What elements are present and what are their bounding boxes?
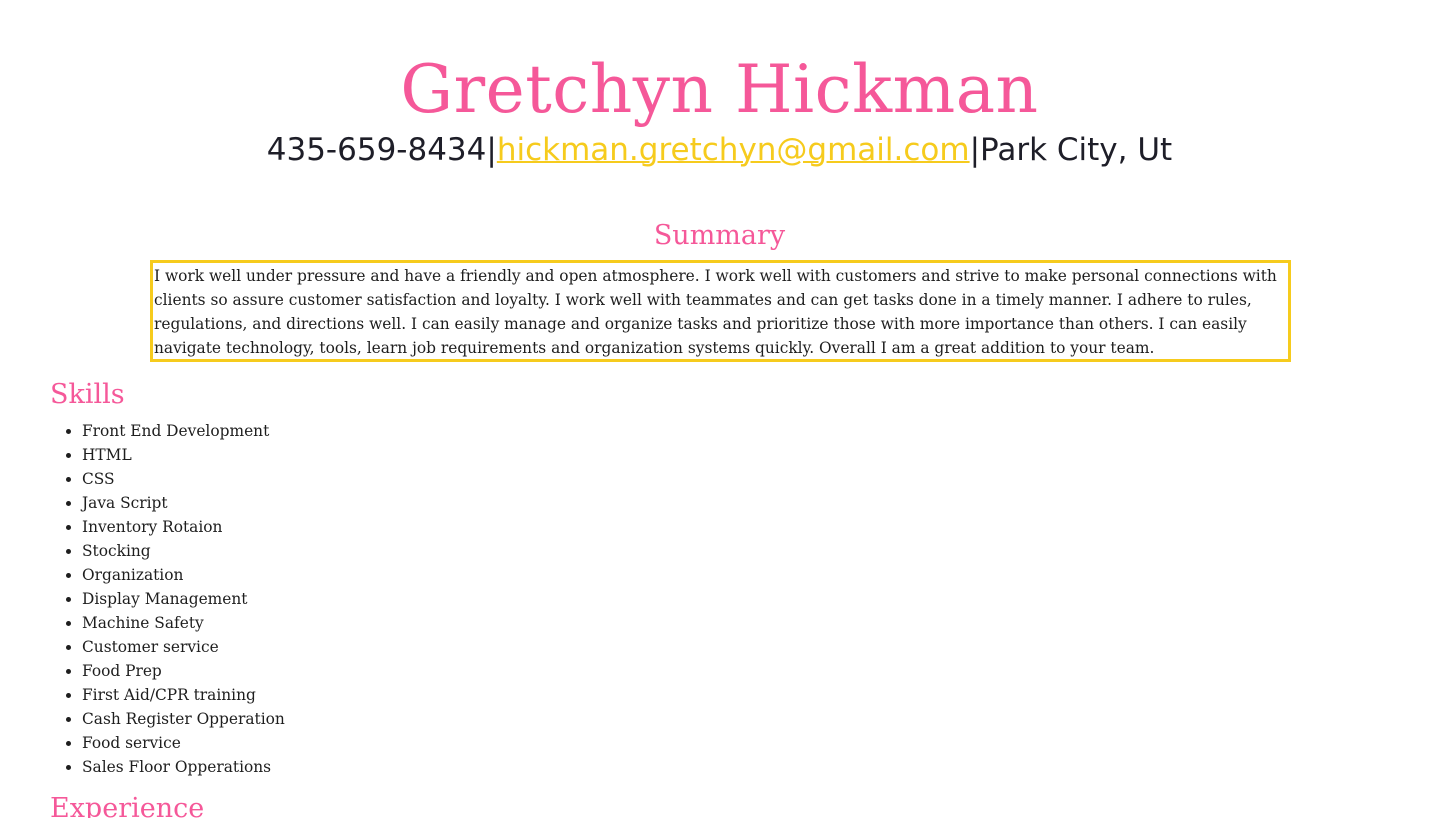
summary-text: I work well under pressure and have a fr… <box>154 267 1277 357</box>
list-item: HTML <box>82 443 285 467</box>
resume-name: Gretchyn Hickman <box>400 51 1039 128</box>
summary-box: I work well under pressure and have a fr… <box>150 260 1291 362</box>
phone-number: 435-659-8434 <box>266 132 487 168</box>
list-item: Stocking <box>82 539 285 563</box>
list-item: Inventory Rotaion <box>82 515 285 539</box>
list-item: Cash Register Opperation <box>82 707 285 731</box>
list-item: Java Script <box>82 491 285 515</box>
contact-separator: | <box>969 132 981 168</box>
list-item: Machine Safety <box>82 611 285 635</box>
contact-line: 435-659-8434|hickman.gretchyn@gmail.com|… <box>0 128 1439 172</box>
skills-list: Front End Development HTML CSS Java Scri… <box>42 419 285 779</box>
experience-heading: Experience <box>50 793 205 818</box>
list-item: First Aid/CPR training <box>82 683 285 707</box>
list-item: Organization <box>82 563 285 587</box>
skills-heading: Skills <box>50 379 125 410</box>
list-item: CSS <box>82 467 285 491</box>
list-item: Customer service <box>82 635 285 659</box>
contact-separator: | <box>486 132 497 168</box>
list-item: Front End Development <box>82 419 285 443</box>
location-text: Park City, Ut <box>980 132 1173 168</box>
list-item: Display Management <box>82 587 285 611</box>
email-link[interactable]: hickman.gretchyn@gmail.com <box>497 132 970 168</box>
list-item: Food Prep <box>82 659 285 683</box>
list-item: Sales Floor Opperations <box>82 755 285 779</box>
list-item: Food service <box>82 731 285 755</box>
summary-heading: Summary <box>653 220 786 251</box>
